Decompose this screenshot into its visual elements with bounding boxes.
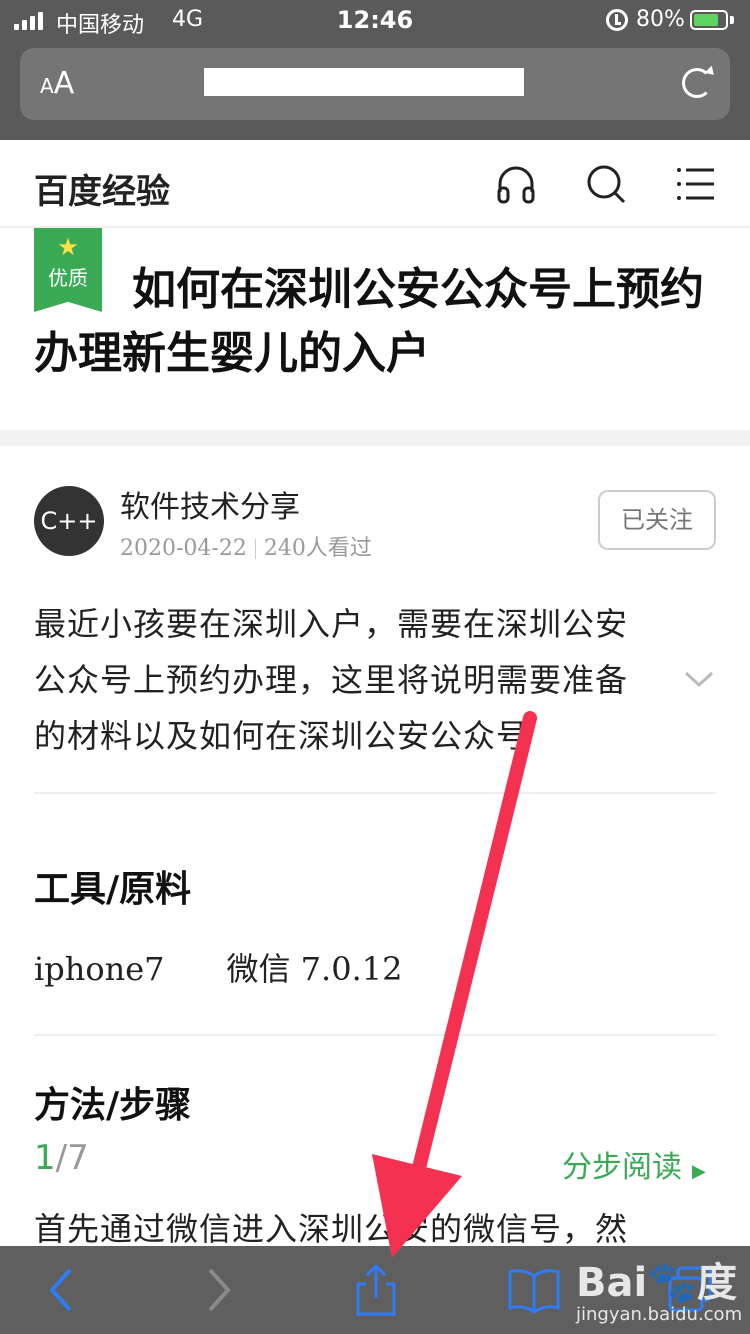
alarm-icon [606,9,628,31]
expand-chevron-icon[interactable] [684,664,714,694]
divider [34,1034,716,1036]
battery-icon [690,10,728,30]
author-avatar[interactable]: C++ [34,486,104,556]
step-text: 首先通过微信进入深圳公安的微信号，然 [34,1210,629,1248]
read-by-step-link[interactable]: 分步阅读 ▶ [562,1142,706,1186]
steps-heading: 方法/步骤 [34,1085,192,1126]
status-bar: 中国移动 4G 12:46 80% [0,0,750,44]
bookmarks-icon[interactable] [506,1264,562,1316]
article-summary: 最近小孩要在深圳入户，需要在深圳公安公众号上预约办理，这里将说明需要准备的材料以… [34,605,629,755]
publish-date: 2020-04-22 [120,536,247,561]
paw-icon: 🐾 [647,1260,698,1306]
url-redacted[interactable] [204,68,524,96]
author-name[interactable]: 软件技术分享 [120,482,300,526]
watermark-logo: Bai [576,1260,648,1306]
tool-item: iphone7 [34,950,165,988]
baidu-watermark: Bai🐾度 jingyan.baidu.com [576,1250,742,1325]
tools-list: iphone7 微信 7.0.12 [34,944,402,990]
site-header: 百度经验 [0,140,750,228]
watermark-site: jingyan.baidu.com [576,1304,743,1325]
step-total: /7 [55,1138,89,1178]
browser-top-chrome: 中国移动 4G 12:46 80% AA [0,0,750,140]
text-size-button[interactable]: AA [40,66,74,101]
site-logo[interactable]: 百度经验 [34,164,170,213]
watermark-logo-tail: 度 [697,1260,738,1306]
step-current: 1 [34,1138,56,1178]
article-meta: 2020-04-22 240人看过 [120,530,372,562]
article-title: 如何在深圳公安公众号上预约办理新生婴儿的入户 [34,258,724,386]
view-count: 240人看过 [263,536,372,561]
section-separator [0,430,750,446]
article-title-text: 如何在深圳公安公众号上预约办理新生婴儿的入户 [34,264,704,379]
follow-button[interactable]: 已关注 [598,490,716,550]
address-bar[interactable]: AA [20,48,730,120]
battery-percent: 80% [636,7,685,32]
search-icon[interactable] [584,162,628,206]
headphones-icon[interactable] [494,162,538,206]
meta-divider [254,539,256,559]
divider [34,792,716,794]
tool-item: 微信 7.0.12 [226,950,403,988]
back-icon[interactable] [34,1264,90,1316]
step-counter: 1/7 [34,1138,89,1178]
read-by-step-label: 分步阅读 [562,1150,682,1185]
play-triangle-icon: ▶ [692,1161,706,1182]
share-icon[interactable] [348,1264,404,1316]
reload-icon[interactable] [682,68,712,98]
battery-level [694,14,718,26]
menu-icon[interactable] [674,162,718,206]
battery-cap [730,16,734,24]
tools-heading: 工具/原料 [34,869,192,910]
forward-icon[interactable] [190,1264,246,1316]
